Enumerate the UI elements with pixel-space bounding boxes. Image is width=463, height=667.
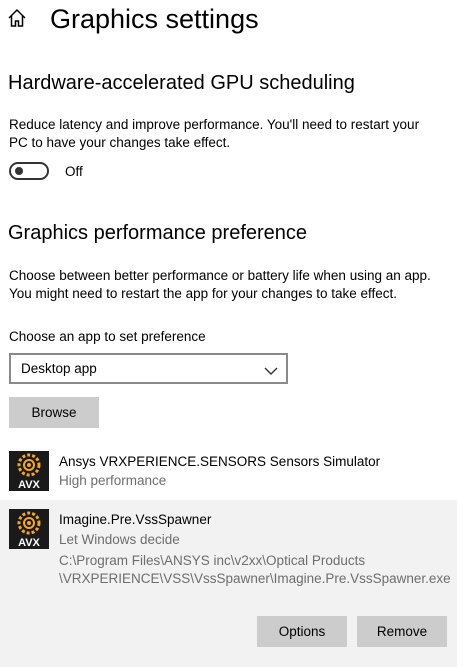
app-path-line1: C:\Program Files\ANSYS inc\v2xx\Optical … <box>59 553 366 568</box>
app-list-item[interactable]: AVX Ansys VRXPERIENCE.SENSORS Sensors Si… <box>0 444 457 498</box>
toggle-knob <box>15 167 23 175</box>
app-preference: High performance <box>59 473 167 488</box>
gpu-scheduling-heading: Hardware-accelerated GPU scheduling <box>8 72 355 94</box>
performance-preference-description-line2: You might need to restart the app for yo… <box>9 286 397 301</box>
choose-app-label: Choose an app to set preference <box>9 329 206 344</box>
app-name: Ansys VRXPERIENCE.SENSORS Sensors Simula… <box>59 454 381 469</box>
options-button[interactable]: Options <box>257 616 347 647</box>
gpu-scheduling-toggle[interactable] <box>9 162 49 180</box>
chevron-down-icon <box>264 363 278 375</box>
app-preference: Let Windows decide <box>59 532 180 547</box>
page-title: Graphics settings <box>50 4 259 34</box>
gpu-scheduling-description-line1: Reduce latency and improve performance. … <box>9 117 420 132</box>
app-path-line2: \VRXPERIENCE\VSS\VssSpawner\Imagine.Pre.… <box>59 571 451 586</box>
app-icon: AVX <box>9 509 49 549</box>
remove-button[interactable]: Remove <box>357 616 447 647</box>
app-icon-label: AVX <box>18 479 40 491</box>
gpu-scheduling-toggle-state: Off <box>65 164 83 179</box>
app-type-selected-value: Desktop app <box>21 361 97 376</box>
performance-preference-description-line1: Choose between better performance or bat… <box>9 268 431 283</box>
browse-button[interactable]: Browse <box>9 397 99 428</box>
app-type-dropdown[interactable]: Desktop app <box>9 353 288 384</box>
performance-preference-heading: Graphics performance preference <box>8 222 308 244</box>
app-icon-label: AVX <box>18 537 40 549</box>
home-icon[interactable] <box>6 7 28 29</box>
gpu-scheduling-description-line2: PC to have your changes take effect. <box>9 135 231 150</box>
app-icon: AVX <box>9 451 49 491</box>
app-name: Imagine.Pre.VssSpawner <box>59 512 212 527</box>
